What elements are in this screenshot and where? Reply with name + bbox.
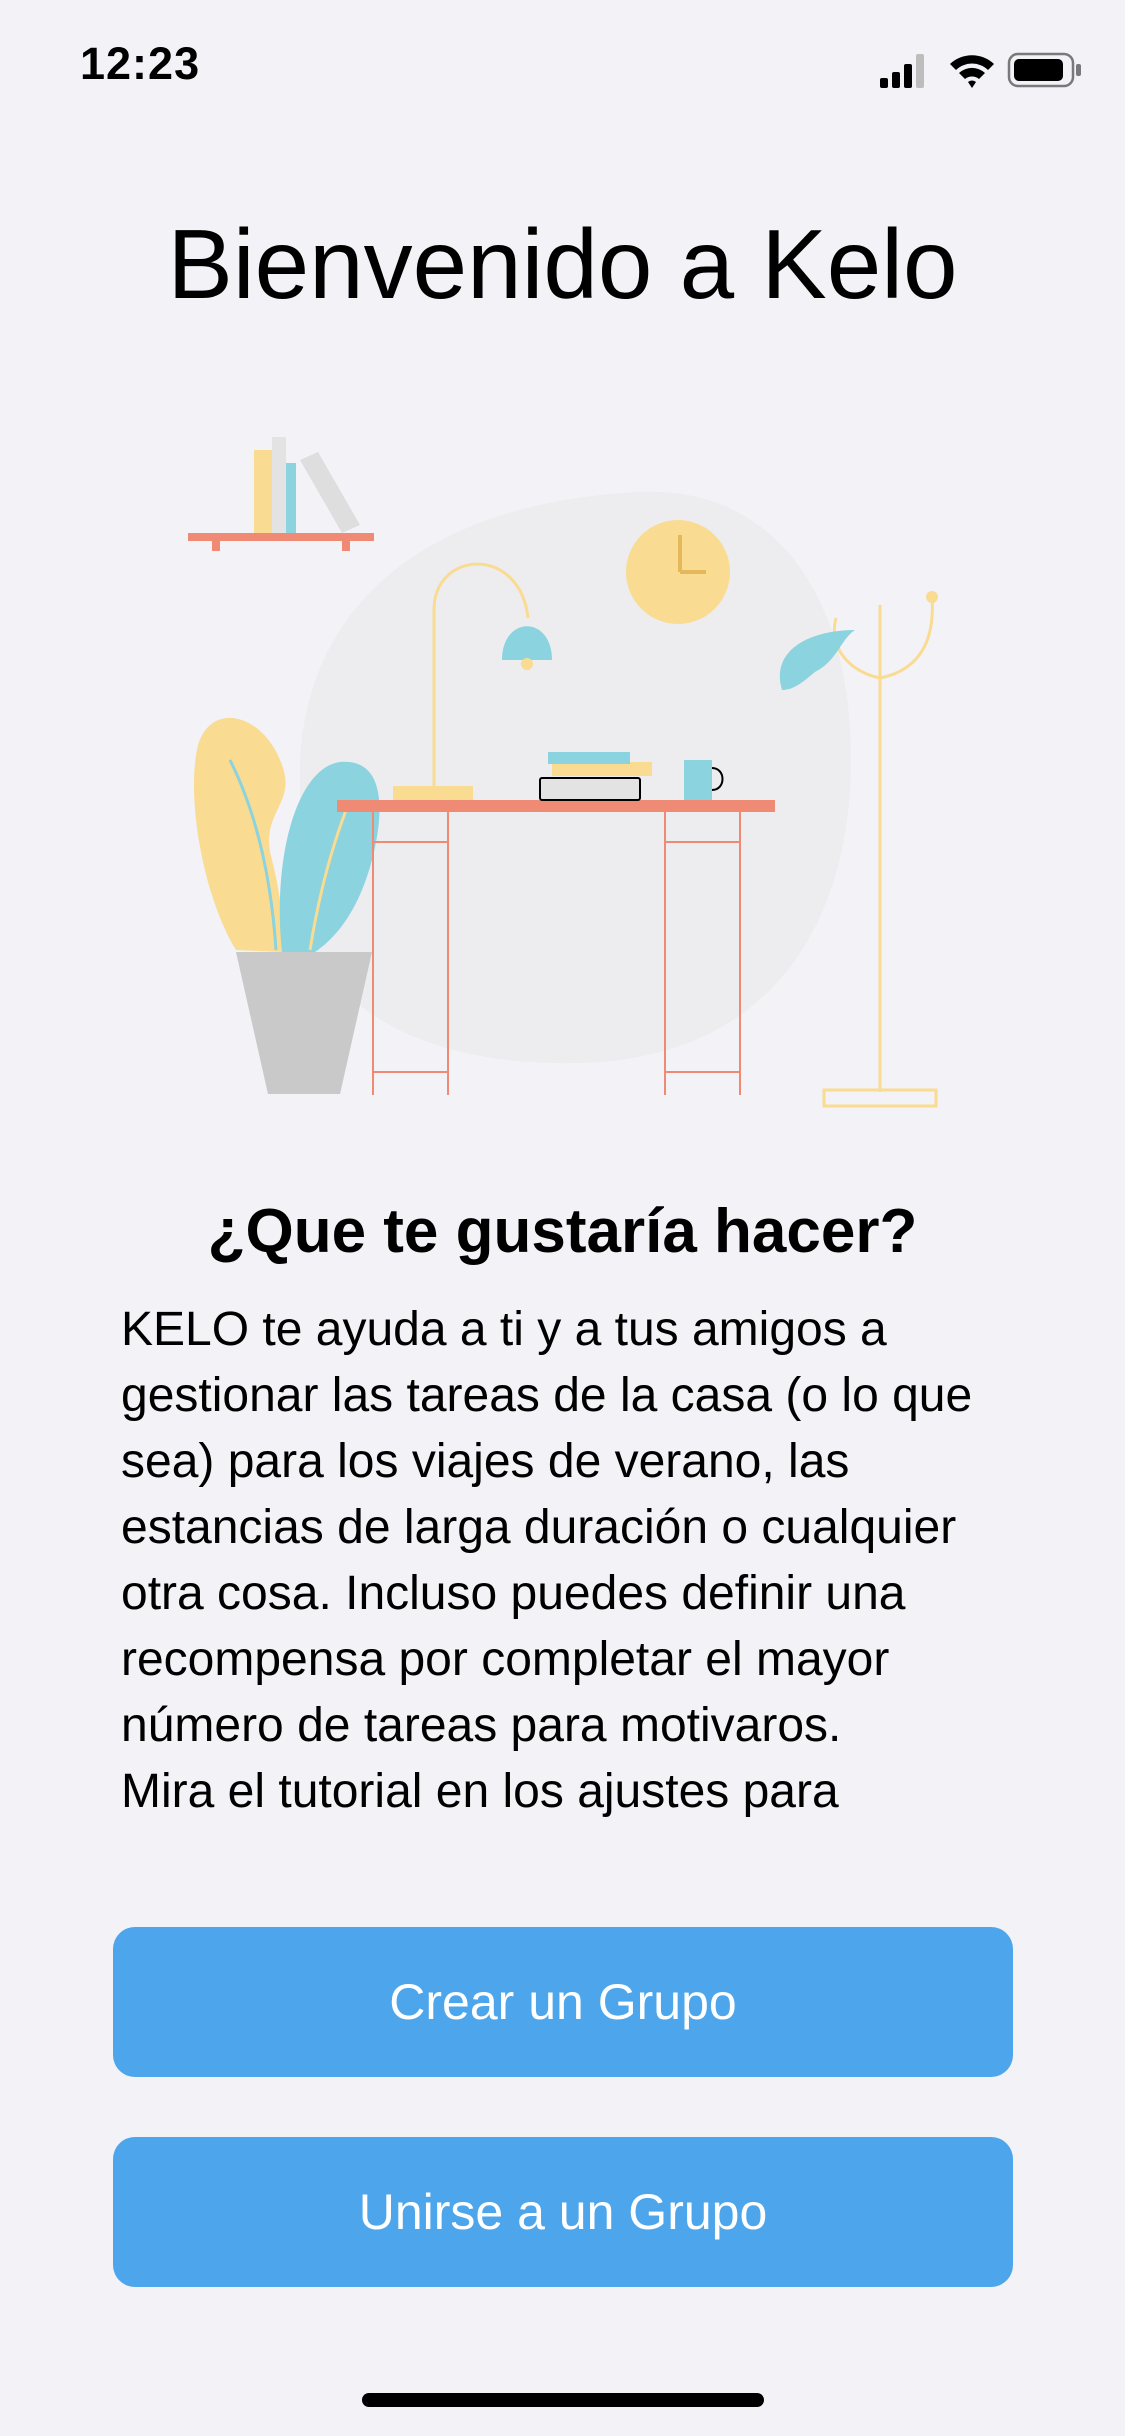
description-paragraph: KELO te ayuda a ti y a tus amigos a gest…: [121, 1303, 973, 1752]
battery-icon: [1007, 52, 1081, 88]
status-time: 12:23: [80, 38, 201, 89]
page-title: Bienvenido a Kelo: [167, 209, 958, 319]
wifi-icon: [950, 55, 994, 88]
question-heading: ¿Que te gustaría hacer?: [207, 1197, 918, 1266]
plant: [193, 717, 380, 1094]
join-group-button[interactable]: Unirse a un Grupo: [113, 2137, 1013, 2287]
bookshelf: [188, 437, 374, 551]
desk-workspace-illustration: [188, 437, 938, 1108]
create-group-button[interactable]: Crear un Grupo: [113, 1927, 1013, 2077]
description-text: KELO te ayuda a ti y a tus amigos a gest…: [121, 1297, 1041, 1835]
status-bar: 12:23: [0, 0, 1125, 132]
wall-clock-icon: [626, 520, 730, 624]
tutorial-hint: Mira el tutorial en los ajustes para: [121, 1765, 839, 1818]
cellular-signal-icon: [880, 54, 924, 88]
status-icons: [880, 52, 1081, 88]
home-indicator[interactable]: [362, 2393, 764, 2407]
